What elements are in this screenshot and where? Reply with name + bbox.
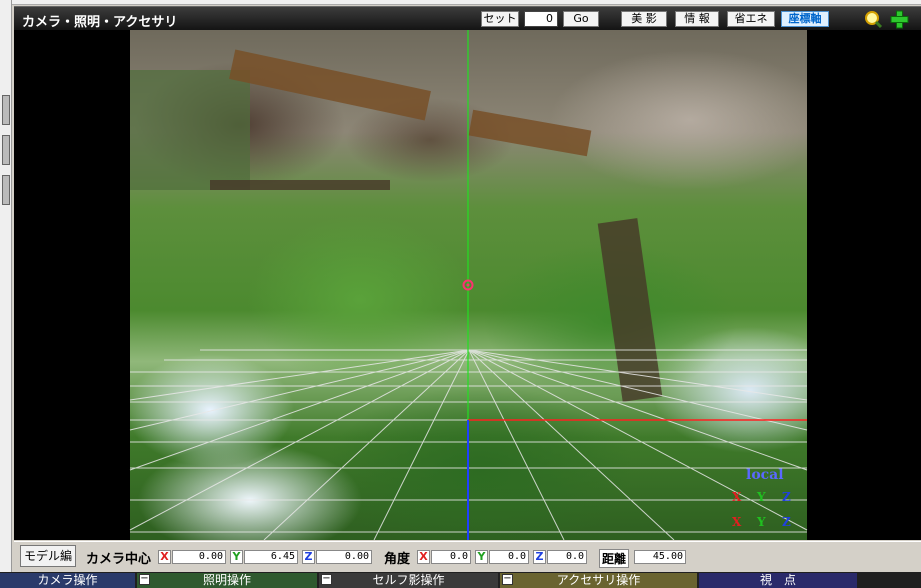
- tab-label: 視 点: [759, 573, 796, 587]
- distance-label: 距離: [599, 549, 630, 568]
- center-y-input[interactable]: 6.45: [244, 550, 298, 564]
- distance-input[interactable]: 45.00: [634, 550, 686, 564]
- strip-button[interactable]: [2, 95, 10, 125]
- plus-move-icon[interactable]: [890, 10, 909, 29]
- tab-label: アクセサリ操作: [556, 573, 641, 587]
- center-z-badge: Z: [302, 550, 315, 564]
- center-x-badge: X: [158, 550, 171, 564]
- center-z-input[interactable]: 0.00: [316, 550, 372, 564]
- z-axis-gizmo-icon[interactable]: Z: [782, 490, 791, 504]
- 3d-viewport[interactable]: local X Y Z X Y Z: [14, 30, 921, 540]
- angle-x-input[interactable]: 0.0: [431, 550, 471, 564]
- y-axis-gizmo-icon[interactable]: Y: [757, 490, 766, 504]
- camera-center-label: カメラ中心: [86, 552, 152, 567]
- tab-label: セルフ影操作: [372, 573, 445, 587]
- panel-tab-bar: カメラ操作 − 照明操作 − セルフ影操作 − アクセサリ操作 視 点: [0, 572, 921, 588]
- collapse-icon[interactable]: −: [502, 574, 513, 585]
- tab-viewpoint[interactable]: 視 点: [699, 573, 857, 588]
- frame-input[interactable]: 0: [524, 11, 558, 27]
- collapse-icon[interactable]: −: [321, 574, 332, 585]
- go-button[interactable]: Go: [563, 11, 599, 27]
- angle-z-input[interactable]: 0.0: [547, 550, 587, 564]
- center-y-badge: Y: [230, 550, 243, 564]
- center-x-input[interactable]: 0.00: [172, 550, 226, 564]
- power-save-button[interactable]: 省エネ: [727, 11, 775, 27]
- magnifier-icon[interactable]: [864, 10, 883, 29]
- collapse-icon[interactable]: −: [139, 574, 150, 585]
- panel-title-bar: カメラ・照明・アクセサリ セット 0 Go 美 影 情 報 省エネ 座標軸: [14, 6, 921, 30]
- model-edit-button[interactable]: モデル編: [20, 545, 77, 567]
- parent-menu-clip: [12, 0, 921, 5]
- strip-button[interactable]: [2, 135, 10, 165]
- angle-z-badge: Z: [533, 550, 546, 564]
- tab-lighting-operation[interactable]: − 照明操作: [137, 573, 317, 588]
- angle-y-badge: Y: [475, 550, 488, 564]
- y-axis-rotate-icon[interactable]: Y: [757, 515, 766, 529]
- z-axis-rotate-icon[interactable]: Z: [782, 515, 791, 529]
- panel-title: カメラ・照明・アクセサリ: [22, 15, 178, 30]
- tab-label: カメラ操作: [37, 573, 98, 587]
- strip-button[interactable]: [2, 175, 10, 205]
- beauty-shadow-button[interactable]: 美 影: [621, 11, 667, 27]
- set-button[interactable]: セット: [481, 11, 519, 27]
- tab-self-shadow-operation[interactable]: − セルフ影操作: [319, 573, 498, 588]
- angle-y-input[interactable]: 0.0: [489, 550, 529, 564]
- tab-label: 照明操作: [202, 573, 251, 587]
- local-mode-label[interactable]: local: [746, 467, 784, 483]
- angle-x-badge: X: [417, 550, 430, 564]
- x-axis-gizmo-icon[interactable]: X: [732, 490, 741, 504]
- coord-axis-button[interactable]: 座標軸: [781, 11, 829, 27]
- tab-camera-operation[interactable]: カメラ操作: [0, 573, 135, 588]
- mmd-app-window: カメラ・照明・アクセサリ セット 0 Go 美 影 情 報 省エネ 座標軸 lo…: [0, 0, 921, 588]
- tab-accessory-operation[interactable]: − アクセサリ操作: [500, 573, 697, 588]
- x-axis-rotate-icon[interactable]: X: [732, 515, 741, 529]
- angle-label: 角度: [384, 552, 411, 567]
- camera-control-bar: モデル編 カメラ中心 X 0.00 Y 6.45 Z 0.00 角度 X 0.0…: [14, 541, 921, 571]
- grid-overlay: [129, 30, 808, 540]
- parent-window-strip: [0, 0, 12, 588]
- info-button[interactable]: 情 報: [675, 11, 719, 27]
